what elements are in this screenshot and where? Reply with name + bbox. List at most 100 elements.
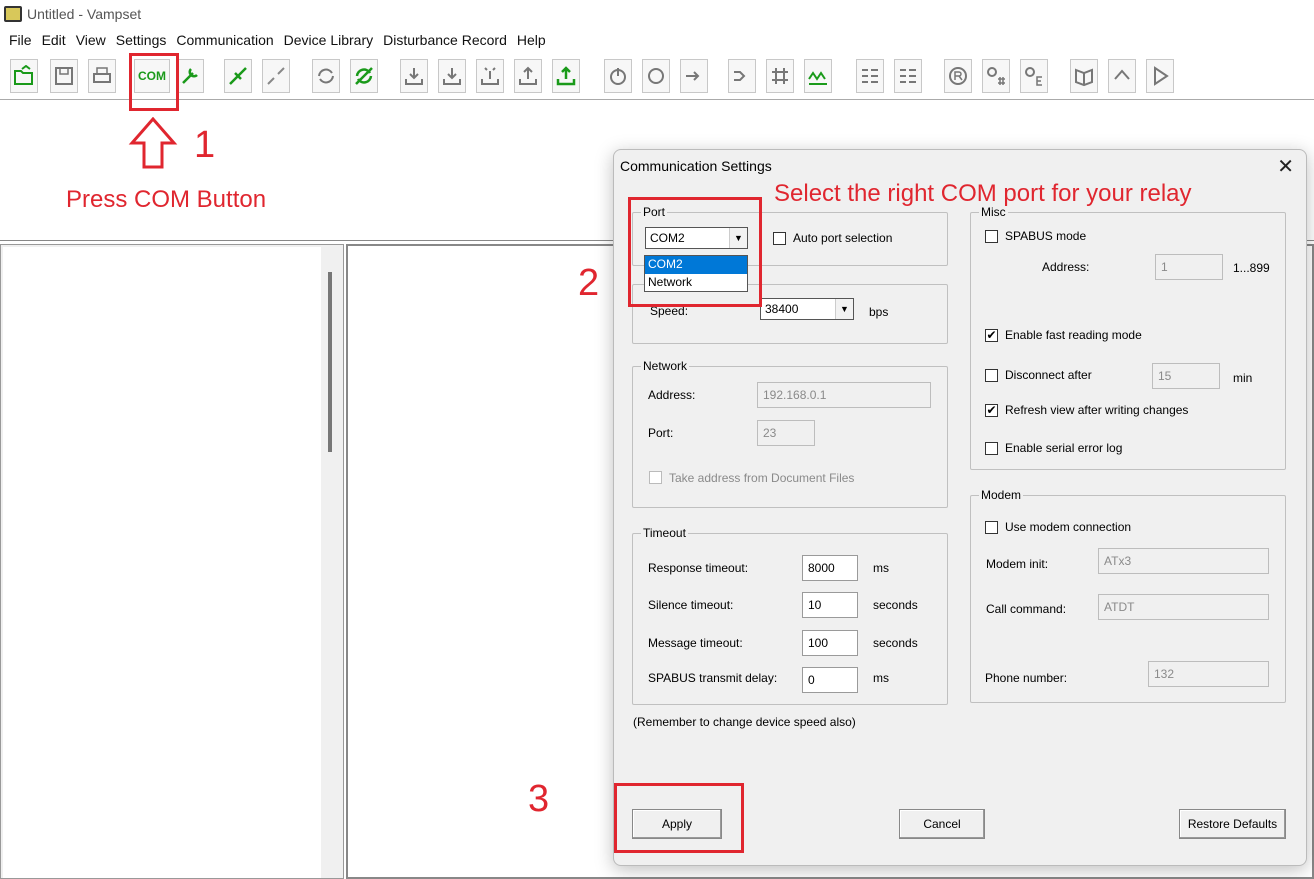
- step-1-text: Press COM Button: [66, 186, 267, 213]
- menu-edit[interactable]: Edit: [37, 32, 71, 48]
- response-timeout-unit: ms: [873, 561, 889, 575]
- silence-timeout-unit: seconds: [873, 598, 918, 612]
- menu-help[interactable]: Help: [512, 32, 551, 48]
- network-address-field[interactable]: 192.168.0.1: [757, 382, 931, 408]
- call-command-label: Call command:: [986, 602, 1067, 616]
- serial-log-checkbox[interactable]: [985, 442, 998, 455]
- open-folder-icon[interactable]: [10, 59, 38, 93]
- misc-address-field[interactable]: 1: [1155, 254, 1223, 280]
- step-2-number: 2: [578, 262, 600, 304]
- toolbar: COM: [0, 54, 1314, 100]
- logic-icon[interactable]: [728, 59, 756, 93]
- use-modem-label: Use modem connection: [1005, 520, 1132, 534]
- left-scrollbar[interactable]: [328, 272, 332, 452]
- menu-disturbance-record[interactable]: Disturbance Record: [378, 32, 512, 48]
- step-1-number: 1: [194, 124, 216, 166]
- waveform-icon[interactable]: [804, 59, 832, 93]
- close-icon[interactable]: ✕: [1277, 154, 1294, 179]
- silence-timeout-label: Silence timeout:: [648, 598, 734, 612]
- step-2-text: Select the right COM port for your relay: [774, 180, 1192, 207]
- auto-port-label: Auto port selection: [793, 231, 893, 245]
- timeout-group-label: Timeout: [641, 526, 688, 540]
- sync-icon[interactable]: [350, 59, 378, 93]
- upload-icon[interactable]: [514, 59, 542, 93]
- arrow-in-icon[interactable]: [680, 59, 708, 93]
- refresh-icon[interactable]: [312, 59, 340, 93]
- chevron-down-icon[interactable]: ▼: [835, 299, 853, 319]
- disconnect-icon[interactable]: [262, 59, 290, 93]
- play-icon[interactable]: [1146, 59, 1174, 93]
- connect-icon[interactable]: [224, 59, 252, 93]
- spabus-delay-label: SPABUS transmit delay:: [648, 671, 778, 685]
- left-pane: [0, 244, 344, 879]
- step-3-number: 3: [528, 778, 550, 820]
- message-timeout-unit: seconds: [873, 636, 918, 650]
- modem-init-field[interactable]: ATx3: [1098, 548, 1269, 574]
- modem-init-label: Modem init:: [986, 557, 1049, 571]
- title-bar: Untitled - Vampset: [0, 0, 1314, 28]
- list-icon[interactable]: [856, 59, 884, 93]
- dialog-title: Communication Settings: [620, 158, 772, 174]
- disconnect-checkbox[interactable]: [985, 369, 998, 382]
- speed-select[interactable]: 38400 ▼: [760, 298, 854, 320]
- settings-e-icon[interactable]: [1020, 59, 1048, 93]
- response-timeout-field[interactable]: 8000: [802, 555, 858, 581]
- serial-log-label: Enable serial error log: [1005, 441, 1123, 455]
- use-modem-checkbox[interactable]: [985, 521, 998, 534]
- back-icon[interactable]: [1108, 59, 1136, 93]
- window-title: Untitled - Vampset: [27, 6, 142, 22]
- take-address-checkbox[interactable]: [649, 471, 662, 484]
- speed-note: (Remember to change device speed also): [633, 715, 856, 729]
- phone-number-label: Phone number:: [985, 671, 1068, 685]
- tree-view[interactable]: [3, 247, 321, 878]
- download-star-icon[interactable]: [476, 59, 504, 93]
- menu-communication[interactable]: Communication: [171, 32, 278, 48]
- message-timeout-field[interactable]: 100: [802, 630, 858, 656]
- response-timeout-label: Response timeout:: [648, 561, 749, 575]
- modem-group-label: Modem: [979, 488, 1024, 502]
- refresh-view-label: Refresh view after writing changes: [1005, 403, 1189, 417]
- fast-reading-label: Enable fast reading mode: [1005, 328, 1142, 342]
- upload-all-icon[interactable]: [552, 59, 580, 93]
- spabus-mode-checkbox[interactable]: [985, 230, 998, 243]
- settings-hash-icon[interactable]: [982, 59, 1010, 93]
- print-icon[interactable]: [88, 59, 116, 93]
- reset-icon[interactable]: [642, 59, 670, 93]
- menu-device-library[interactable]: Device Library: [279, 32, 378, 48]
- download-icon[interactable]: [438, 59, 466, 93]
- fast-reading-checkbox[interactable]: ✔: [985, 329, 998, 342]
- matrix-icon[interactable]: [766, 59, 794, 93]
- call-command-field[interactable]: ATDT: [1098, 594, 1269, 620]
- app-icon: [4, 6, 22, 22]
- wrench-icon[interactable]: [176, 59, 204, 93]
- menu-file[interactable]: File: [4, 32, 37, 48]
- save-icon[interactable]: [50, 59, 78, 93]
- power-icon[interactable]: [604, 59, 632, 93]
- registered-icon[interactable]: [944, 59, 972, 93]
- network-address-label: Address:: [648, 388, 696, 402]
- spabus-delay-field[interactable]: 0: [802, 667, 858, 693]
- cancel-button[interactable]: Cancel: [899, 809, 985, 839]
- list-detail-icon[interactable]: [894, 59, 922, 93]
- spabus-delay-unit: ms: [873, 671, 889, 685]
- auto-port-checkbox[interactable]: [773, 232, 786, 245]
- disconnect-unit: min: [1233, 371, 1253, 385]
- book-icon[interactable]: [1070, 59, 1098, 93]
- network-port-field[interactable]: 23: [757, 420, 815, 446]
- restore-defaults-button[interactable]: Restore Defaults: [1179, 809, 1286, 839]
- disconnect-field[interactable]: 15: [1152, 363, 1220, 389]
- up-arrow-icon: [128, 116, 178, 169]
- phone-number-field[interactable]: 132: [1148, 661, 1269, 687]
- annotation-box-apply: [614, 783, 744, 853]
- spabus-mode-label: SPABUS mode: [1005, 229, 1087, 243]
- menu-view[interactable]: View: [71, 32, 111, 48]
- message-timeout-label: Message timeout:: [648, 636, 743, 650]
- menu-settings[interactable]: Settings: [111, 32, 172, 48]
- speed-select-value: 38400: [765, 302, 799, 316]
- menu-bar: File Edit View Settings Communication De…: [0, 28, 1314, 52]
- upload-settings-icon[interactable]: [400, 59, 428, 93]
- silence-timeout-field[interactable]: 10: [802, 592, 858, 618]
- refresh-view-checkbox[interactable]: ✔: [985, 404, 998, 417]
- take-address-label: Take address from Document Files: [669, 471, 855, 485]
- speed-unit: bps: [869, 305, 889, 319]
